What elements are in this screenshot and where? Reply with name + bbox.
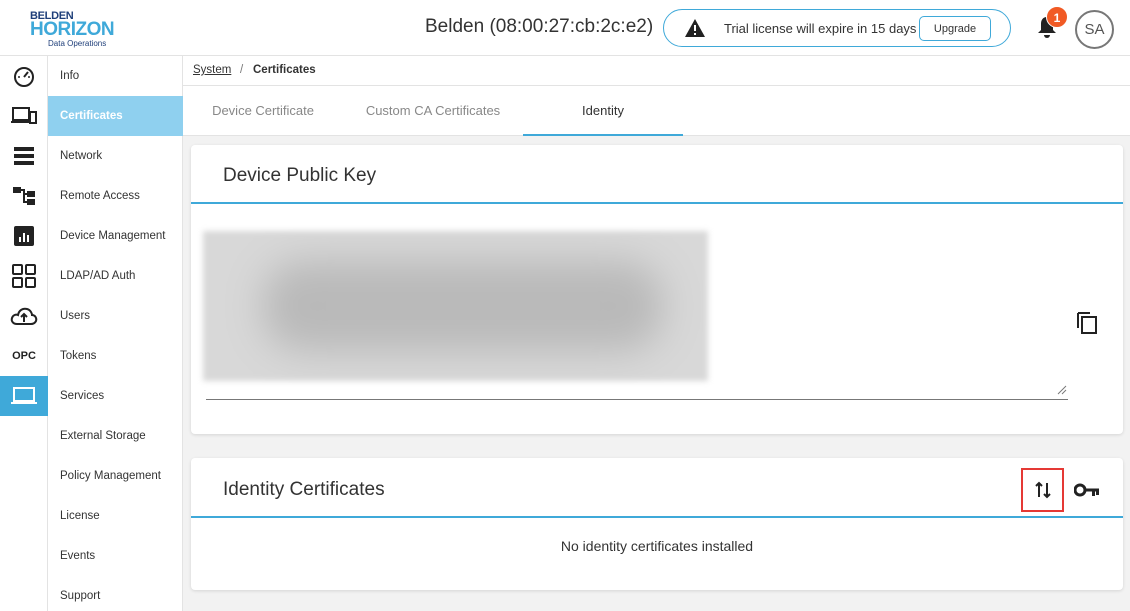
key-icon[interactable] bbox=[1074, 482, 1100, 498]
laptop-icon bbox=[11, 387, 37, 404]
icon-rail: OPC bbox=[0, 56, 48, 611]
submenu-item-services[interactable]: Services bbox=[48, 376, 183, 416]
public-key-title: Device Public Key bbox=[223, 165, 377, 186]
copy-icon[interactable] bbox=[1075, 309, 1099, 335]
rail-dashboard[interactable] bbox=[0, 56, 48, 96]
submenu-item-ldap-auth[interactable]: LDAP/AD Auth bbox=[48, 256, 183, 296]
public-key-value bbox=[203, 231, 708, 381]
rail-system[interactable] bbox=[0, 376, 48, 416]
submenu-item-info[interactable]: Info bbox=[48, 56, 183, 96]
cloud-upload-icon bbox=[10, 307, 38, 325]
submenu-item-support[interactable]: Support bbox=[48, 576, 183, 611]
card-divider bbox=[191, 202, 1123, 204]
apps-grid-icon bbox=[12, 264, 36, 288]
rail-storage[interactable] bbox=[0, 136, 48, 176]
rail-hierarchy[interactable] bbox=[0, 176, 48, 216]
rail-apps[interactable] bbox=[0, 256, 48, 296]
opc-icon: OPC bbox=[12, 350, 36, 362]
breadcrumb-current: Certificates bbox=[253, 64, 316, 76]
top-header: BELDEN HORIZON Data Operations Belden (0… bbox=[0, 0, 1130, 56]
notification-badge: 1 bbox=[1046, 6, 1068, 28]
submenu-item-users[interactable]: Users bbox=[48, 296, 183, 336]
belden-horizon-logo[interactable]: BELDEN HORIZON Data Operations bbox=[28, 8, 128, 48]
upgrade-button[interactable]: Upgrade bbox=[919, 16, 991, 41]
empty-state-message: No identity certificates installed bbox=[560, 538, 754, 554]
breadcrumb: System / Certificates bbox=[183, 56, 1130, 86]
storage-list-icon bbox=[14, 147, 34, 165]
submenu-item-certificates[interactable]: Certificates bbox=[48, 96, 183, 136]
rail-opc[interactable]: OPC bbox=[0, 336, 48, 376]
submenu-item-network[interactable]: Network bbox=[48, 136, 183, 176]
rail-devices[interactable] bbox=[0, 96, 48, 136]
card-divider bbox=[191, 516, 1123, 518]
tab-identity[interactable]: Identity bbox=[523, 86, 683, 136]
rail-analytics[interactable] bbox=[0, 216, 48, 256]
rail-cloud[interactable] bbox=[0, 296, 48, 336]
system-submenu: Info Certificates Network Remote Access … bbox=[48, 56, 183, 611]
submenu-item-remote-access[interactable]: Remote Access bbox=[48, 176, 183, 216]
breadcrumb-system-link[interactable]: System bbox=[193, 64, 231, 76]
warning-icon bbox=[685, 19, 705, 37]
swap-vertical-icon bbox=[1034, 481, 1051, 499]
textarea-underline bbox=[206, 399, 1068, 400]
trial-message: Trial license will expire in 15 days bbox=[724, 21, 917, 36]
identity-certificates-title: Identity Certificates bbox=[223, 479, 385, 500]
device-public-key-card: Device Public Key bbox=[191, 145, 1123, 434]
device-title: Belden (08:00:27:cb:2c:e2) bbox=[425, 16, 654, 37]
resize-handle-icon[interactable] bbox=[1057, 385, 1067, 395]
user-avatar[interactable]: SA bbox=[1075, 10, 1114, 49]
trial-license-banner: Trial license will expire in 15 days Upg… bbox=[663, 9, 1011, 47]
devices-icon bbox=[11, 107, 37, 124]
identity-certificates-card: Identity Certificates No identity certif… bbox=[191, 458, 1123, 590]
submenu-item-tokens[interactable]: Tokens bbox=[48, 336, 183, 376]
submenu-item-events[interactable]: Events bbox=[48, 536, 183, 576]
tab-custom-ca-certificates[interactable]: Custom CA Certificates bbox=[353, 86, 513, 136]
logo-line2: HORIZON bbox=[30, 19, 115, 40]
submenu-item-external-storage[interactable]: External Storage bbox=[48, 416, 183, 456]
submenu-item-license[interactable]: License bbox=[48, 496, 183, 536]
logo-line3: Data Operations bbox=[48, 39, 107, 48]
submenu-item-policy-management[interactable]: Policy Management bbox=[48, 456, 183, 496]
sort-button[interactable] bbox=[1021, 468, 1064, 512]
analytics-chart-icon bbox=[14, 226, 34, 246]
tab-device-certificate[interactable]: Device Certificate bbox=[183, 86, 343, 136]
submenu-item-device-management[interactable]: Device Management bbox=[48, 216, 183, 256]
hierarchy-icon bbox=[13, 187, 35, 205]
breadcrumb-separator: / bbox=[240, 64, 244, 76]
dashboard-gauge-icon bbox=[14, 67, 34, 87]
certificate-tabs: Device Certificate Custom CA Certificate… bbox=[183, 86, 1130, 136]
